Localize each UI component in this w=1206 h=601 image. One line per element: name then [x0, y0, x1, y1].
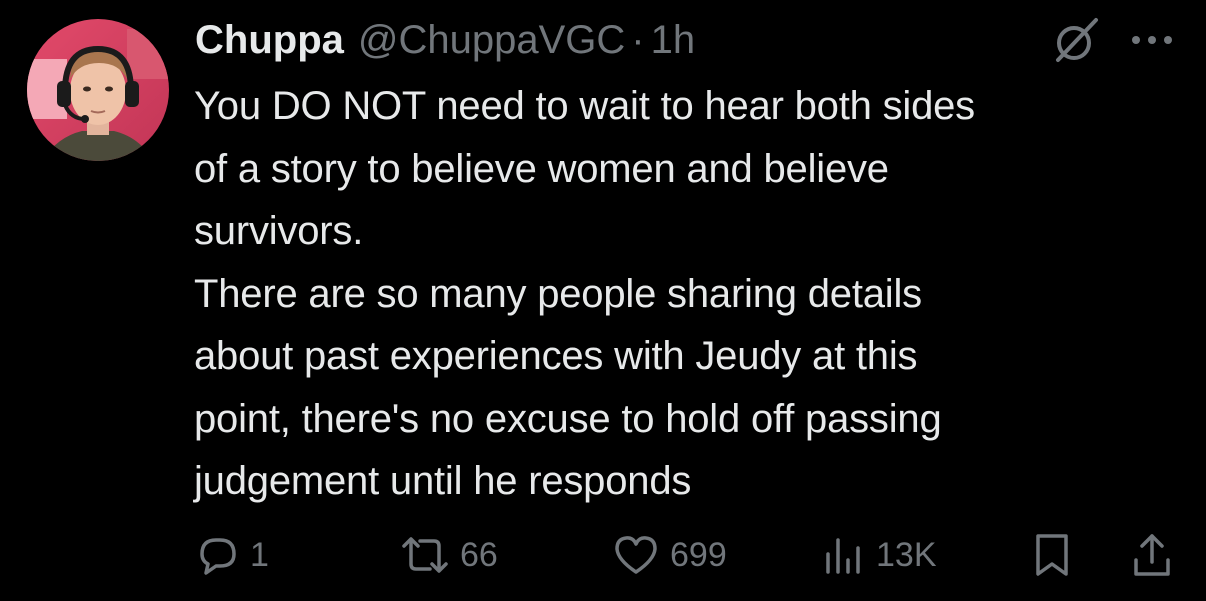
avatar[interactable]	[27, 19, 169, 161]
tweet-header: Chuppa @ChuppaVGC · 1h	[195, 14, 695, 66]
tweet-text-line: There are so many people sharing details	[194, 271, 922, 316]
tweet-text-line: judgement until he responds	[194, 459, 692, 503]
tweet-text: You DO NOT need to wait to hear both sid…	[194, 75, 1184, 513]
views-count: 13K	[876, 535, 937, 574]
views-button[interactable]: 13K	[820, 525, 937, 585]
tweet-text-line: survivors.	[194, 209, 364, 253]
share-icon	[1134, 534, 1170, 576]
tweet[interactable]: Chuppa @ChuppaVGC · 1h You DO NOT need t…	[0, 0, 1206, 601]
tweet-text-line: You DO NOT need to wait to hear both sid…	[194, 84, 975, 128]
views-icon	[826, 538, 860, 574]
author-handle[interactable]: @ChuppaVGC	[358, 14, 625, 66]
repost-icon	[402, 537, 448, 573]
heart-icon	[615, 536, 657, 574]
repost-count: 66	[460, 535, 498, 574]
header-separator: ·	[631, 18, 645, 62]
share-button[interactable]	[1130, 525, 1174, 585]
grok-icon[interactable]	[1050, 16, 1100, 66]
author-display-name[interactable]: Chuppa	[195, 14, 344, 66]
more-icon[interactable]	[1128, 28, 1176, 52]
reply-button[interactable]: 1	[194, 525, 269, 585]
like-button[interactable]: 699	[612, 525, 727, 585]
like-count: 699	[670, 535, 727, 574]
bookmark-button[interactable]	[1030, 525, 1074, 585]
repost-button[interactable]: 66	[400, 525, 498, 585]
action-bar: 1 66 699 13K	[0, 525, 1206, 585]
tweet-text-line: of a story to believe women and believe	[194, 146, 889, 191]
timestamp[interactable]: 1h	[651, 14, 696, 66]
reply-icon	[200, 538, 236, 575]
tweet-text-line: point, there's no excuse to hold off pas…	[194, 396, 942, 441]
bookmark-icon	[1036, 534, 1068, 576]
reply-count: 1	[250, 535, 269, 574]
avatar-image	[27, 19, 169, 161]
tweet-text-line: about past experiences with Jeudy at thi…	[194, 334, 918, 378]
